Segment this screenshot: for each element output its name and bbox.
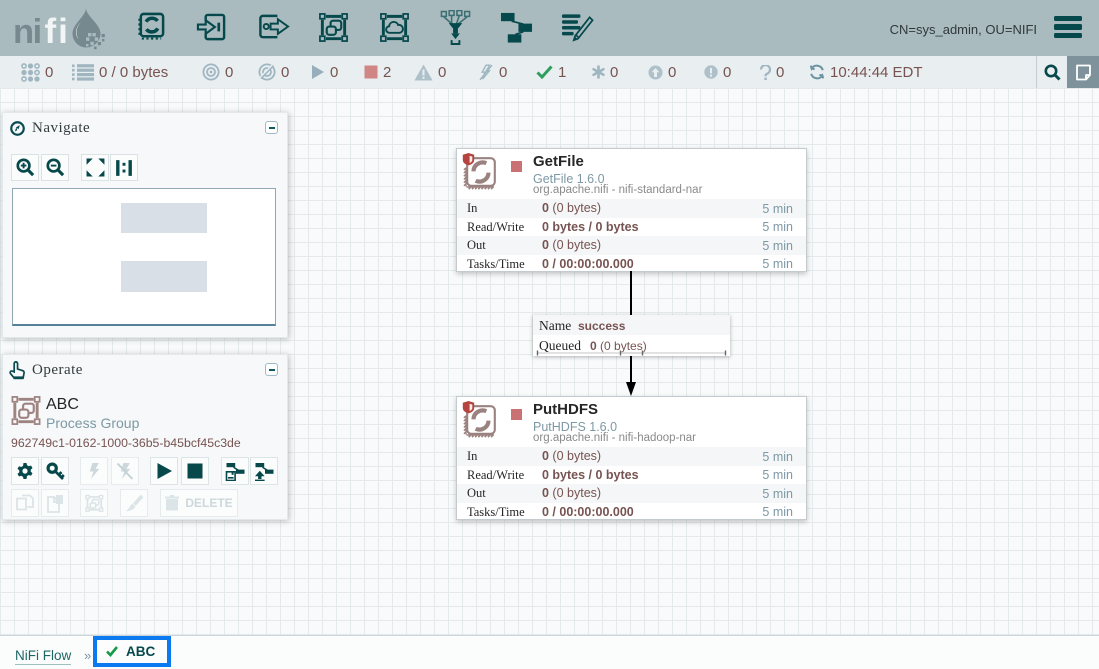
svg-text:fi: fi [45,12,70,50]
svg-text:ni: ni [13,13,41,50]
